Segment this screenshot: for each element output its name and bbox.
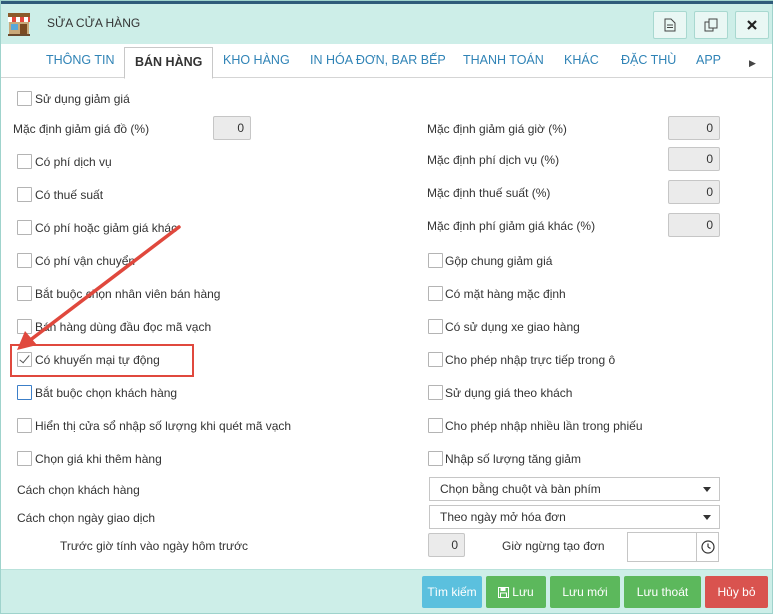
- customer-select-value: Chọn bằng chuột và bàn phím: [440, 482, 601, 496]
- save-exit-button[interactable]: Lưu thoát: [624, 576, 701, 608]
- edit-store-dialog: SỬA CỬA HÀNG THÔNG TIN BÁN HÀNG KHO HÀNG: [0, 0, 773, 614]
- stop-time-label: Giờ ngừng tạo đơn: [502, 539, 605, 553]
- default-hour-discount-label: Mặc định giảm giá giờ (%): [427, 122, 567, 136]
- tax-label: Có thuế suất: [35, 188, 104, 202]
- customer-select-label: Cách chọn khách hàng: [17, 483, 140, 497]
- default-other-fee-input[interactable]: 0: [668, 213, 720, 237]
- close-button[interactable]: [735, 11, 769, 39]
- default-item-discount-label: Mặc định giảm giá đồ (%): [13, 122, 150, 136]
- multi-entry-label: Cho phép nhập nhiều lần trong phiếu: [445, 419, 643, 433]
- hours-before-input[interactable]: 0: [428, 533, 465, 557]
- copy-icon: [704, 18, 718, 32]
- footer-bar: Tìm kiếm Lưu Lưu mới Lưu thoát Hủy bỏ: [1, 569, 772, 613]
- sales-settings-panel: Sử dụng giảm giá Mặc định giảm giá đồ (%…: [1, 79, 772, 569]
- title-bar: SỬA CỬA HÀNG: [1, 4, 772, 44]
- tab-payment[interactable]: THANH TOÁN: [463, 53, 544, 67]
- barcode-reader-checkbox[interactable]: [17, 319, 32, 334]
- require-customer-checkbox[interactable]: [17, 385, 32, 400]
- tax-checkbox[interactable]: [17, 187, 32, 202]
- document-button[interactable]: [653, 11, 687, 39]
- date-select[interactable]: Theo ngày mở hóa đơn: [429, 505, 720, 529]
- direct-input-checkbox[interactable]: [428, 352, 443, 367]
- date-select-value: Theo ngày mở hóa đơn: [440, 510, 566, 524]
- tab-scroll-right-icon[interactable]: ▶: [749, 58, 756, 69]
- default-hour-discount-input[interactable]: 0: [668, 116, 720, 140]
- dialog-title: SỬA CỬA HÀNG: [47, 16, 141, 30]
- tab-info[interactable]: THÔNG TIN: [46, 53, 115, 67]
- quantity-popup-label: Hiển thị cửa sổ nhập số lượng khi quét m…: [35, 419, 292, 433]
- clock-button[interactable]: [697, 532, 719, 562]
- merge-discount-label: Gộp chung giảm giá: [445, 254, 553, 268]
- chevron-down-icon: [703, 515, 711, 520]
- chevron-down-icon: [703, 487, 711, 492]
- cancel-button[interactable]: Hủy bỏ: [705, 576, 768, 608]
- save-new-button[interactable]: Lưu mới: [550, 576, 620, 608]
- use-discount-checkbox[interactable]: [17, 91, 32, 106]
- tab-bar: THÔNG TIN BÁN HÀNG KHO HÀNG IN HÓA ĐƠN, …: [1, 44, 772, 79]
- tab-app[interactable]: APP: [696, 53, 721, 67]
- tab-inventory[interactable]: KHO HÀNG: [223, 53, 290, 67]
- floppy-icon: [498, 586, 510, 598]
- tab-other[interactable]: KHÁC: [564, 53, 599, 67]
- customer-select[interactable]: Chọn bằng chuột và bàn phím: [429, 477, 720, 501]
- customer-price-label: Sử dụng giá theo khách: [445, 386, 573, 400]
- other-fee-checkbox[interactable]: [17, 220, 32, 235]
- merge-discount-checkbox[interactable]: [428, 253, 443, 268]
- multi-entry-checkbox[interactable]: [428, 418, 443, 433]
- document-icon: [664, 18, 676, 32]
- customer-price-checkbox[interactable]: [428, 385, 443, 400]
- direct-input-label: Cho phép nhập trực tiếp trong ô: [445, 353, 616, 367]
- delivery-vehicle-label: Có sử dụng xe giao hàng: [445, 320, 580, 334]
- save-button-label: Lưu: [512, 585, 534, 599]
- tab-sales[interactable]: BÁN HÀNG: [124, 47, 214, 79]
- service-fee-label: Có phí dịch vụ: [35, 155, 112, 169]
- default-item-checkbox[interactable]: [428, 286, 443, 301]
- quantity-step-label: Nhập số lượng tăng giảm: [445, 452, 581, 466]
- date-select-label: Cách chọn ngày giao dịch: [17, 511, 156, 525]
- choose-price-label: Chọn giá khi thêm hàng: [35, 452, 162, 466]
- other-fee-label: Có phí hoặc giảm giá khác: [35, 221, 178, 235]
- require-staff-label: Bắt buộc chọn nhân viên bán hàng: [35, 287, 221, 301]
- shipping-fee-checkbox[interactable]: [17, 253, 32, 268]
- stop-time-input[interactable]: [627, 532, 697, 562]
- quantity-step-checkbox[interactable]: [428, 451, 443, 466]
- search-button[interactable]: Tìm kiếm: [422, 576, 482, 608]
- default-service-fee-input[interactable]: 0: [668, 147, 720, 171]
- copy-button[interactable]: [694, 11, 728, 39]
- default-item-label: Có mặt hàng mặc định: [445, 287, 566, 301]
- clock-icon: [700, 540, 715, 554]
- choose-price-checkbox[interactable]: [17, 451, 32, 466]
- store-icon: [8, 13, 30, 36]
- close-icon: [747, 20, 757, 30]
- default-tax-label: Mặc định thuế suất (%): [427, 186, 551, 200]
- default-other-fee-label: Mặc định phí giảm giá khác (%): [427, 219, 596, 233]
- quantity-popup-checkbox[interactable]: [17, 418, 32, 433]
- annotation-highlight-box: [10, 344, 194, 377]
- require-customer-label: Bắt buộc chọn khách hàng: [35, 386, 178, 400]
- hours-before-label: Trước giờ tính vào ngày hôm trước: [60, 539, 248, 553]
- shipping-fee-label: Có phí vận chuyển: [35, 254, 136, 268]
- default-tax-input[interactable]: 0: [668, 180, 720, 204]
- require-staff-checkbox[interactable]: [17, 286, 32, 301]
- default-service-fee-label: Mặc định phí dịch vụ (%): [427, 153, 560, 167]
- tab-print-invoice[interactable]: IN HÓA ĐƠN, BAR BẾP: [310, 53, 446, 67]
- service-fee-checkbox[interactable]: [17, 154, 32, 169]
- save-button[interactable]: Lưu: [486, 576, 546, 608]
- barcode-reader-label: Bán hàng dùng đầu đọc mã vạch: [35, 320, 212, 334]
- tab-special[interactable]: ĐẶC THÙ: [621, 53, 676, 67]
- use-discount-label: Sử dụng giảm giá: [35, 92, 130, 106]
- delivery-vehicle-checkbox[interactable]: [428, 319, 443, 334]
- default-item-discount-input[interactable]: 0: [213, 116, 251, 140]
